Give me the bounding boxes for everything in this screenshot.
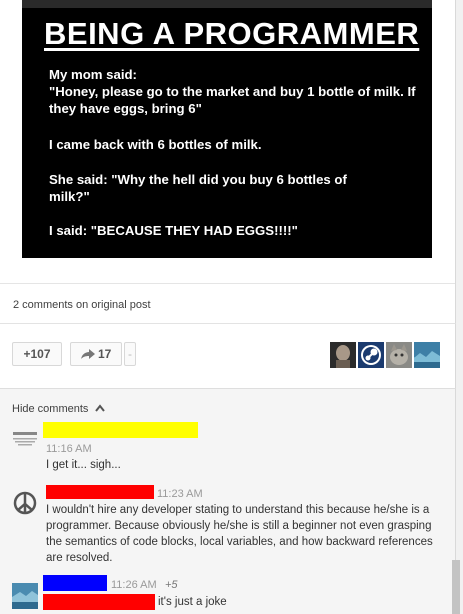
meme-line-2: "Honey, please go to the market and buy … [49, 84, 416, 116]
comment-2-time[interactable]: 11:23 AM [157, 488, 203, 500]
meme-line-1: My mom said: [49, 67, 137, 82]
steam-avatar[interactable] [358, 342, 384, 368]
divider [0, 283, 455, 284]
comment-3-time[interactable]: 11:26 AM [111, 579, 157, 591]
commenter-avatar-1[interactable] [12, 430, 38, 456]
landscape-avatar[interactable] [414, 342, 440, 368]
chevron-up-icon [91, 403, 106, 415]
comment-1-text: I get it... sigh... [46, 459, 121, 471]
redacted-name-3 [43, 575, 107, 591]
meme-line-3: I came back with 6 bottles of milk. [49, 137, 262, 152]
original-post-comments-link[interactable]: 2 comments on original post [13, 299, 151, 311]
comment-3-plus-count[interactable]: +5 [165, 579, 178, 591]
comment-1-time[interactable]: 11:16 AM [46, 443, 92, 455]
face-avatar[interactable] [330, 342, 356, 368]
comment-2-text: I wouldn't hire any developer stating to… [46, 504, 433, 564]
meme-image[interactable]: BEING A PROGRAMMER My mom said: "Honey, … [22, 0, 432, 258]
commenter-avatar-3[interactable] [12, 583, 38, 609]
post-card: BEING A PROGRAMMER My mom said: "Honey, … [0, 0, 456, 324]
meme-line-5: I said: "BECAUSE THEY HAD EGGS!!!!" [49, 223, 298, 238]
redacted-name-1 [43, 422, 198, 438]
image-top-strip [22, 0, 432, 8]
share-button[interactable]: 17 [70, 342, 122, 366]
meme-line-4: She said: "Why the hell did you buy 6 bo… [49, 172, 347, 204]
meme-title: BEING A PROGRAMMER [44, 16, 420, 51]
hide-comments-toggle[interactable]: Hide comments [12, 403, 106, 415]
redacted-name-2 [46, 485, 154, 499]
hide-comments-label: Hide comments [12, 403, 89, 415]
share-icon [80, 347, 98, 361]
cat-avatar[interactable] [386, 342, 412, 368]
more-options-button[interactable]: - [124, 342, 136, 366]
scrollbar[interactable] [452, 560, 460, 614]
plus-one-button[interactable]: +107 [12, 342, 62, 366]
share-count: 17 [97, 347, 112, 361]
plus-one-count: +107 [23, 347, 51, 361]
peace-sign-avatar[interactable] [12, 490, 38, 516]
redacted-name-3b [43, 594, 155, 610]
post-actions-bar: +107 17 - [0, 324, 456, 389]
more-label: - [128, 347, 132, 361]
comment-3-text: it's just a joke [158, 596, 227, 608]
comments-section: Hide comments 11:16 AM I get it... sigh.… [0, 389, 456, 614]
